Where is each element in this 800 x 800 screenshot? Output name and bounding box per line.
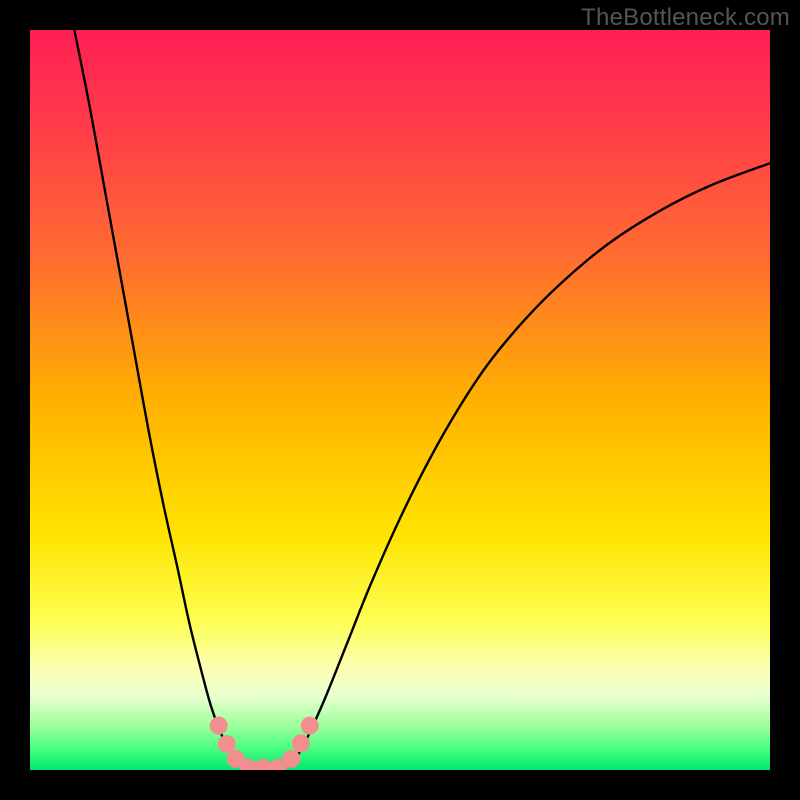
gradient-background [30, 30, 770, 770]
marker-point [292, 734, 310, 752]
marker-point [301, 717, 319, 735]
watermark-text: TheBottleneck.com [581, 4, 790, 32]
chart-frame: TheBottleneck.com [0, 0, 800, 800]
plot-area [30, 30, 770, 770]
marker-point [210, 717, 228, 735]
marker-point [282, 750, 300, 768]
chart-svg [30, 30, 770, 770]
